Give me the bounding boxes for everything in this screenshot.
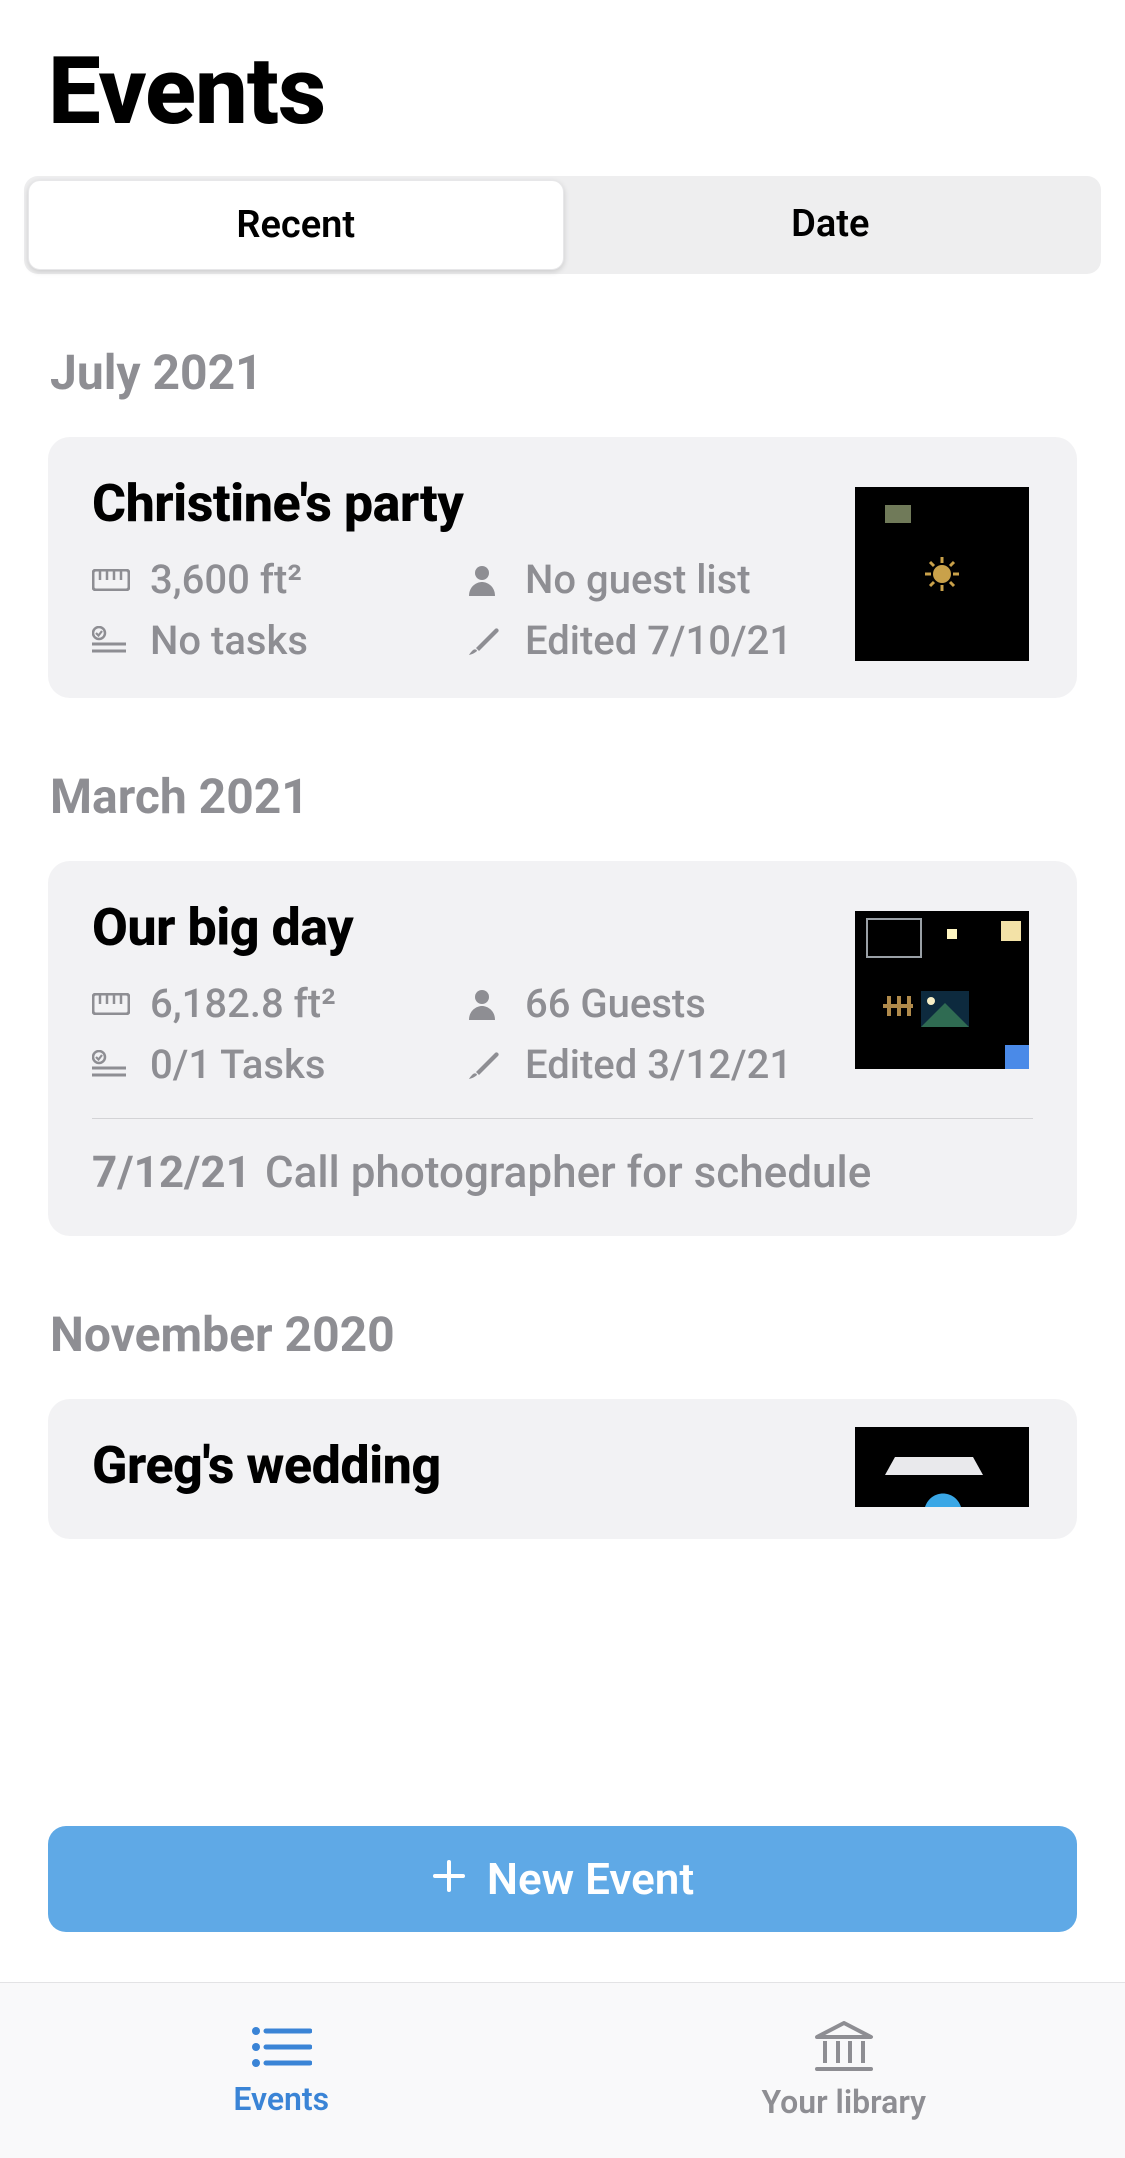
checklist-icon: [92, 1050, 132, 1080]
library-icon: [813, 2021, 875, 2073]
divider: [92, 1118, 1033, 1119]
event-guests-text: No guest list: [525, 556, 751, 603]
new-event-label: New Event: [487, 1853, 694, 1905]
event-note-date: 7/12/21: [92, 1143, 251, 1202]
event-area-text: 3,600 ft²: [150, 556, 302, 603]
tab-recent[interactable]: Recent: [28, 180, 564, 270]
tab-events[interactable]: Events: [0, 1983, 563, 2158]
event-guests: 66 Guests: [467, 980, 832, 1027]
section-header: March 2021: [50, 768, 1125, 825]
event-card[interactable]: Our big day 6,182.8 ft² 66 Guests 0/1 Ta…: [48, 861, 1077, 1236]
person-icon: [467, 564, 507, 596]
new-event-button[interactable]: New Event: [48, 1826, 1077, 1932]
section-header: July 2021: [50, 344, 1125, 401]
section-header: November 2020: [50, 1306, 1125, 1363]
event-area-text: 6,182.8 ft²: [150, 980, 336, 1027]
ruler-icon: [92, 993, 132, 1015]
event-card[interactable]: Christine's party 3,600 ft² No guest lis…: [48, 437, 1077, 698]
event-note-text: Call photographer for schedule: [265, 1143, 871, 1202]
checklist-icon: [92, 626, 132, 656]
brush-icon: [467, 626, 507, 656]
event-note: 7/12/21 Call photographer for schedule: [92, 1143, 1033, 1202]
event-area: 6,182.8 ft²: [92, 980, 457, 1027]
event-edited: Edited 3/12/21: [467, 1041, 832, 1088]
event-tasks-text: No tasks: [150, 617, 308, 664]
ruler-icon: [92, 569, 132, 591]
event-guests: No guest list: [467, 556, 832, 603]
page-title: Events: [48, 36, 1125, 146]
brush-icon: [467, 1050, 507, 1080]
tab-library[interactable]: Your library: [563, 1983, 1125, 2158]
event-tasks: No tasks: [92, 617, 457, 664]
event-tasks-text: 0/1 Tasks: [150, 1041, 325, 1088]
event-thumbnail: [855, 911, 1029, 1069]
segmented-control: Recent Date: [24, 176, 1101, 274]
event-thumbnail: [855, 1427, 1029, 1507]
event-card[interactable]: Greg's wedding: [48, 1399, 1077, 1539]
person-icon: [467, 988, 507, 1020]
event-tasks: 0/1 Tasks: [92, 1041, 457, 1088]
tabbar: Events Your library: [0, 1982, 1125, 2158]
tab-date[interactable]: Date: [564, 180, 1098, 270]
event-thumbnail: [855, 487, 1029, 661]
event-edited-text: Edited 3/12/21: [525, 1041, 792, 1088]
plus-icon: [431, 1853, 467, 1905]
event-edited-text: Edited 7/10/21: [525, 617, 792, 664]
tab-library-label: Your library: [761, 2083, 926, 2121]
event-edited: Edited 7/10/21: [467, 617, 832, 664]
event-area: 3,600 ft²: [92, 556, 457, 603]
event-guests-text: 66 Guests: [525, 980, 706, 1027]
tab-events-label: Events: [233, 2080, 329, 2118]
list-icon: [250, 2024, 312, 2070]
